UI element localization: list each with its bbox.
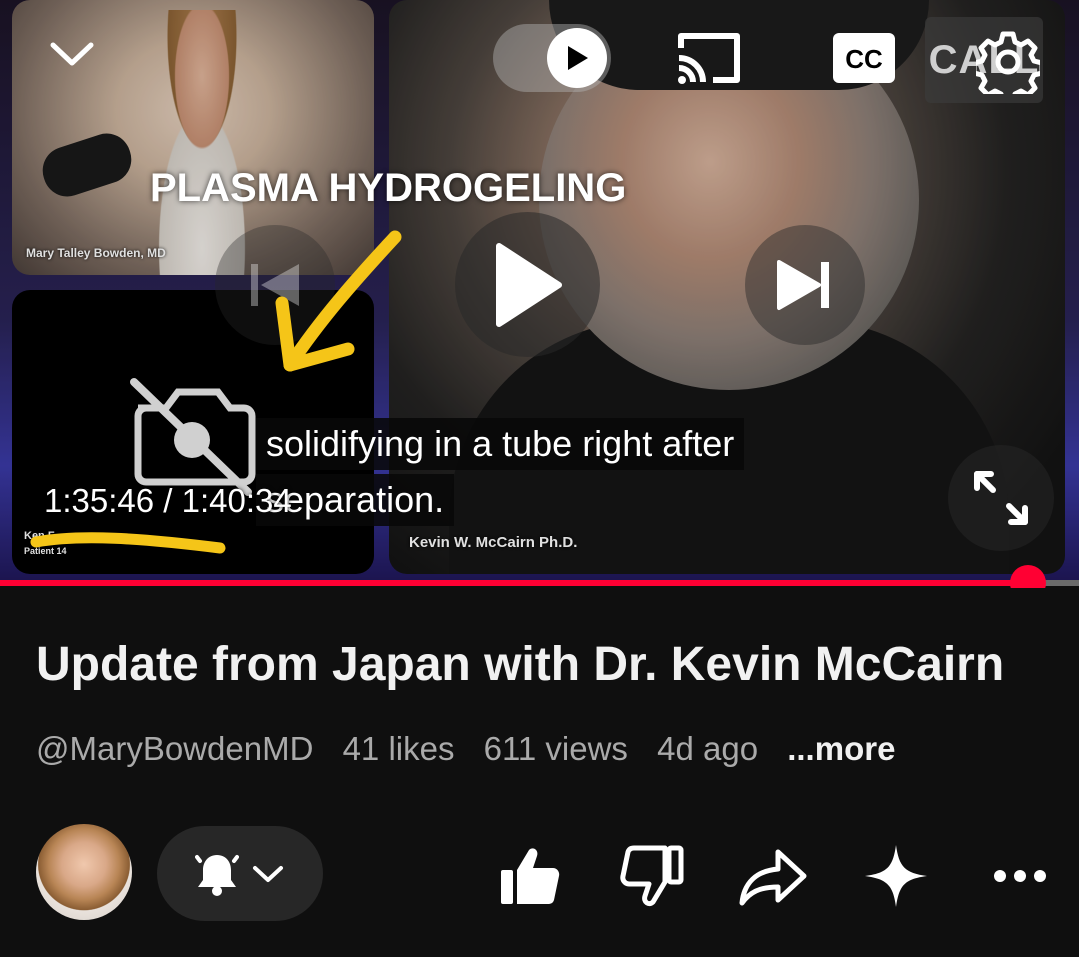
channel-avatar[interactable] (36, 824, 132, 920)
video-title[interactable]: Update from Japan with Dr. Kevin McCairn (36, 636, 1046, 694)
video-player[interactable]: Mary Talley Bowden, MD Ken F Patient 14 … (0, 0, 1079, 582)
chevron-down-icon (253, 865, 283, 882)
progress-fill (0, 580, 1029, 586)
svg-text:CC: CC (845, 44, 883, 74)
time-display: 1:35:46 / 1:40:34 (44, 482, 292, 519)
autoplay-knob (547, 28, 607, 88)
autoplay-toggle[interactable] (493, 24, 611, 92)
annotation-underline (30, 532, 226, 554)
share-button[interactable] (733, 836, 813, 916)
progress-bar[interactable] (0, 565, 1079, 601)
bell-icon (195, 854, 239, 896)
next-button[interactable] (745, 225, 865, 345)
camera-off-icon (130, 378, 256, 496)
channel-handle[interactable]: @MaryBowdenMD (36, 730, 313, 767)
annotation-caption: PLASMA HYDROGELING (150, 166, 627, 210)
settings-button[interactable] (972, 26, 1044, 98)
annotation-arrow (275, 230, 402, 372)
gear-icon (976, 31, 1040, 94)
more-actions-button[interactable] (980, 836, 1060, 916)
share-icon (739, 849, 807, 906)
captions-button[interactable]: CC (830, 30, 898, 86)
video-info: Update from Japan with Dr. Kevin McCairn… (0, 588, 1079, 957)
next-icon (777, 260, 829, 310)
thumbs-up-icon (501, 848, 560, 904)
dislike-button[interactable] (612, 836, 692, 916)
play-icon (495, 242, 562, 327)
collapse-button[interactable] (40, 22, 104, 86)
likes-count: 41 likes (342, 730, 455, 767)
upload-age: 4d ago (657, 730, 759, 767)
sparkle-icon (865, 845, 927, 907)
cast-icon (678, 33, 740, 84)
autoplay-play-icon (568, 46, 588, 70)
subscription-notification-button[interactable] (157, 826, 323, 921)
more-icon (994, 870, 1046, 882)
views-count: 611 views (483, 730, 628, 767)
cc-icon: CC (833, 33, 895, 83)
fullscreen-icon (974, 471, 1028, 525)
more-link[interactable]: ...more (787, 730, 895, 767)
ask-button[interactable] (856, 836, 936, 916)
fullscreen-button[interactable] (948, 445, 1054, 551)
video-meta[interactable]: @MaryBowdenMD 41 likes 611 views 4d ago … (36, 730, 915, 768)
like-button[interactable] (490, 836, 570, 916)
cast-button[interactable] (670, 24, 746, 90)
chevron-down-icon (50, 42, 94, 66)
play-button[interactable] (455, 212, 600, 357)
subtitle-line-1: solidifying in a tube right after (256, 418, 745, 470)
thumbs-down-icon (620, 845, 684, 907)
